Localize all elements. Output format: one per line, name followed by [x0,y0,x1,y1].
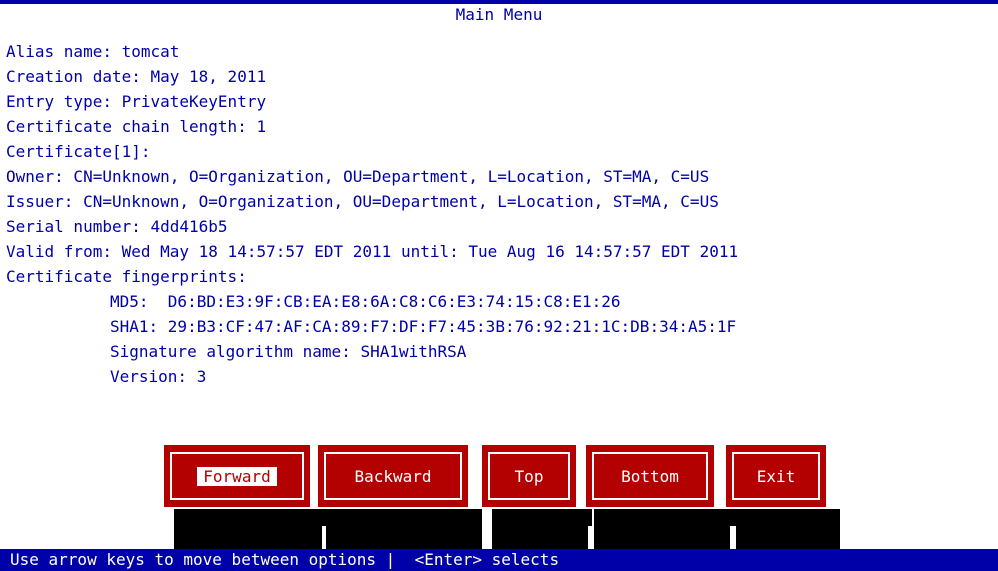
owner-line: Owner: CN=Unknown, O=Organization, OU=De… [6,167,710,186]
certificate-index-line: Certificate[1]: [6,142,151,161]
validity-line: Valid from: Wed May 18 14:57:57 EDT 2011… [6,242,739,261]
fingerprints-heading: Certificate fingerprints: [6,267,247,286]
top-button-shadow [492,509,592,549]
md5-line: MD5: D6:BD:E3:9F:CB:EA:E8:6A:C8:C6:E3:74… [110,292,621,311]
entry-type-line: Entry type: PrivateKeyEntry [6,92,267,111]
sha1-line: SHA1: 29:B3:CF:47:AF:CA:89:F7:DF:F7:45:3… [110,317,737,336]
exit-button-shadow [736,509,840,549]
backward-button-label: Backward [354,466,432,486]
creation-date-line: Creation date: May 18, 2011 [6,67,267,86]
bottom-button-shadow [594,509,744,549]
top-button[interactable]: Top [480,443,578,509]
terminal-screen: Main Menu Alias name: tomcat Creation da… [0,0,998,571]
forward-button-label: Forward [197,466,277,486]
signature-algorithm-line: Signature algorithm name: SHA1withRSA [110,342,467,361]
forward-button-shadow [174,509,326,549]
serial-line: Serial number: 4dd416b5 [6,217,228,236]
version-line: Version: 3 [110,367,207,386]
bottom-button-label: Bottom [621,466,679,486]
chain-length-line: Certificate chain length: 1 [6,117,267,136]
certificate-details: Alias name: tomcat Creation date: May 18… [6,39,996,389]
window-title: Main Menu [0,0,998,28]
bottom-button[interactable]: Bottom [584,443,716,509]
exit-button[interactable]: Exit [724,443,828,509]
status-bar: Use arrow keys to move between options |… [0,549,998,571]
exit-button-label: Exit [756,466,796,486]
button-row: Forward Backward Top Bottom Exit [0,443,998,549]
backward-button-shadow [326,509,482,549]
backward-button[interactable]: Backward [316,443,470,509]
top-button-label: Top [514,466,544,486]
issuer-line: Issuer: CN=Unknown, O=Organization, OU=D… [6,192,719,211]
forward-button[interactable]: Forward [162,443,312,509]
alias-line: Alias name: tomcat [6,42,180,61]
